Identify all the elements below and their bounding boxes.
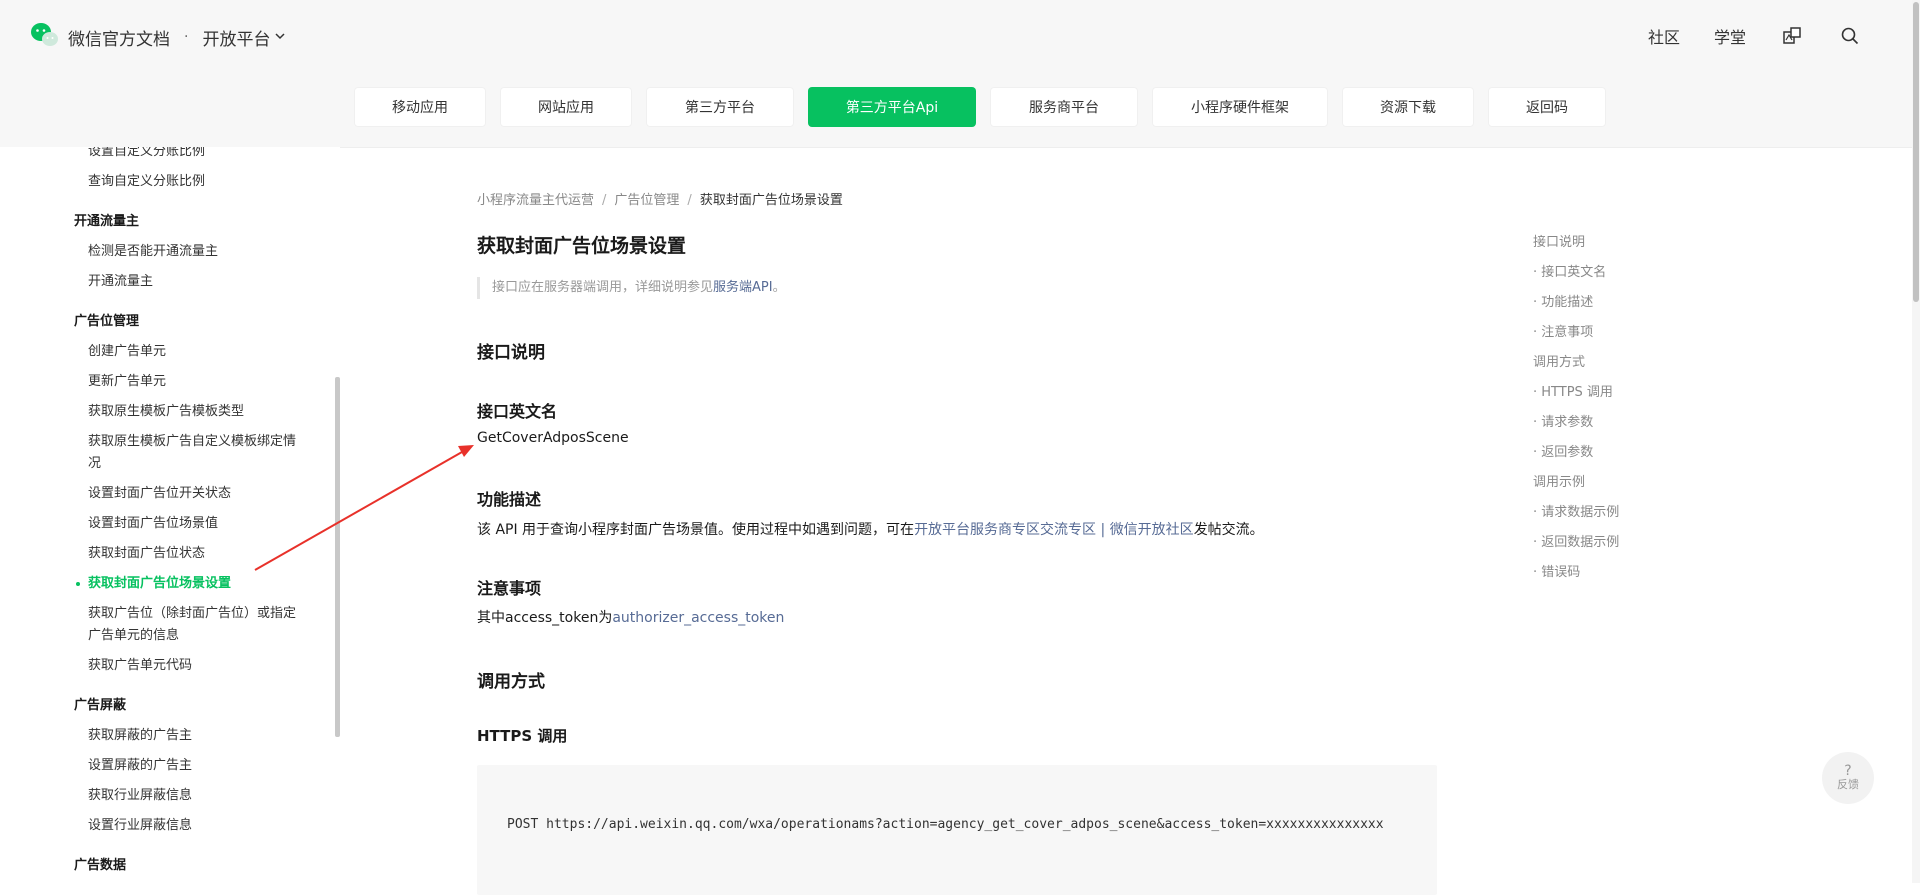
page-scrollbar[interactable] (1912, 0, 1920, 883)
server-api-link[interactable]: 服务端API (713, 280, 773, 295)
open-community-link[interactable]: 微信开放社区 (1110, 522, 1194, 538)
sidebar-item[interactable]: 获取广告位（除封面广告位）或指定广告单元的信息 (0, 599, 330, 651)
toc-subitem[interactable]: · 错误码 (1533, 558, 1733, 588)
breadcrumb-item[interactable]: 小程序流量主代运营 (477, 193, 594, 208)
brand[interactable]: 微信官方文档 · 开放平台 (30, 22, 286, 52)
sidebar-group-heading[interactable]: 开通流量主 (0, 207, 330, 237)
question-icon: ? (1844, 763, 1852, 779)
tab-website-app[interactable]: 网站应用 (500, 87, 632, 127)
header-actions: 社区 学堂 (1648, 24, 1862, 48)
breadcrumb-separator: / (602, 193, 607, 208)
toc-subitem[interactable]: · 注意事项 (1533, 318, 1733, 348)
tab-hardware-framework[interactable]: 小程序硬件框架 (1152, 87, 1328, 127)
breadcrumb: 小程序流量主代运营 / 广告位管理 / 获取封面广告位场景设置 (477, 189, 843, 208)
sidebar-item[interactable]: 开通流量主 (0, 267, 330, 297)
sidebar-item[interactable]: 设置自定义分账比例 (0, 147, 330, 167)
function-suffix: 发帖交流。 (1193, 522, 1264, 538)
subheading-https: HTTPS 调用 (477, 727, 568, 745)
table-of-contents: 接口说明 · 接口英文名 · 功能描述 · 注意事项 调用方式 · HTTPS 调用 · 请… (1533, 228, 1733, 588)
api-name: GetCoverAdposScene (477, 430, 629, 446)
translate-icon[interactable] (1780, 24, 1804, 48)
platform-label: 开放平台 (202, 29, 271, 50)
service-forum-link[interactable]: 开放平台服务商专区交流专区 (914, 522, 1096, 538)
sidebar: 设置自定义分账比例 查询自定义分账比例 开通流量主 检测是否能开通流量主 开通流量主广告… (0, 147, 340, 883)
platform-tabs: 移动应用 网站应用 第三方平台 第三方平台Api 服务商平台 小程序硬件框架 资… (354, 87, 1606, 127)
sidebar-item[interactable]: 设置封面广告位开关状态 (0, 479, 330, 509)
community-link[interactable]: 社区 (1648, 24, 1680, 48)
brand-separator: · (184, 29, 189, 45)
toc-subitem[interactable]: · 功能描述 (1533, 288, 1733, 318)
sidebar-item[interactable]: 获取广告单元代码 (0, 651, 330, 681)
chevron-down-icon (274, 27, 286, 47)
subheading-notes: 注意事项 (477, 579, 542, 598)
function-text: 该 API 用于查询小程序封面广告场景值。使用过程中如遇到问题，可在 (477, 522, 915, 538)
toc-subitem[interactable]: · 请求参数 (1533, 408, 1733, 438)
toc-item[interactable]: 调用示例 (1533, 468, 1733, 498)
server-api-tip: 接口应在服务器端调用，详细说明参见服务端API。 (477, 277, 786, 299)
tab-resource-download[interactable]: 资源下载 (1342, 87, 1474, 127)
tab-service-provider[interactable]: 服务商平台 (990, 87, 1138, 127)
feedback-label: 反馈 (1837, 778, 1859, 791)
toc-subitem[interactable]: · 请求数据示例 (1533, 498, 1733, 528)
breadcrumb-item[interactable]: 广告位管理 (614, 193, 679, 208)
subheading-api-name: 接口英文名 (477, 402, 558, 421)
link-separator: | (1096, 522, 1110, 538)
sidebar-item[interactable]: 创建广告单元 (0, 337, 330, 367)
sidebar-item[interactable]: 更新广告单元 (0, 367, 330, 397)
platform-dropdown[interactable]: 开放平台 (202, 25, 286, 50)
top-header: 微信官方文档 · 开放平台 社区 学堂 移动应用 网站应用 第三方平台 第三方平… (0, 0, 1920, 148)
sidebar-item[interactable]: 获取封面广告位状态 (0, 539, 330, 569)
sidebar-group-heading[interactable]: 广告数据 (0, 851, 330, 881)
toc-subitem[interactable]: · HTTPS 调用 (1533, 378, 1733, 408)
sidebar-list: 设置自定义分账比例 查询自定义分账比例 开通流量主 检测是否能开通流量主 开通流量主广告… (0, 147, 330, 883)
request-url-code[interactable]: POST https://api.weixin.qq.com/wxa/opera… (507, 817, 1384, 832)
sidebar-item[interactable]: 获取原生模板广告自定义模板绑定情况 (0, 427, 330, 479)
notes-text: 其中access_token为authorizer_access_token (477, 607, 784, 627)
breadcrumb-separator: / (687, 193, 692, 208)
section-heading-call: 调用方式 (477, 672, 545, 692)
sidebar-item[interactable]: 查询自定义分账比例 (0, 167, 330, 197)
page-title: 获取封面广告位场景设置 (477, 235, 687, 257)
sidebar-group-heading[interactable]: 广告位管理 (0, 307, 330, 337)
sidebar-item[interactable]: 设置屏蔽的广告主 (0, 751, 330, 781)
subheading-function: 功能描述 (477, 490, 542, 509)
section-heading-desc: 接口说明 (477, 343, 545, 363)
sidebar-item[interactable]: 设置封面广告位场景值 (0, 509, 330, 539)
feedback-button[interactable]: ? 反馈 (1822, 752, 1874, 804)
sidebar-item[interactable]: 获取行业屏蔽信息 (0, 781, 330, 811)
toc-item[interactable]: 接口说明 (1533, 228, 1733, 258)
toc-subitem[interactable]: · 返回数据示例 (1533, 528, 1733, 558)
sidebar-group-heading[interactable]: 广告屏蔽 (0, 691, 330, 721)
authorizer-token-link[interactable]: authorizer_access_token (612, 610, 784, 626)
sidebar-item[interactable]: 检测是否能开通流量主 (0, 237, 330, 267)
tab-third-party[interactable]: 第三方平台 (646, 87, 794, 127)
page-scrollbar-thumb[interactable] (1913, 2, 1919, 302)
breadcrumb-current: 获取封面广告位场景设置 (699, 193, 843, 208)
tip-suffix: 。 (772, 280, 786, 295)
toc-item[interactable]: 调用方式 (1533, 348, 1733, 378)
wechat-logo-icon (30, 22, 60, 52)
search-icon[interactable] (1838, 24, 1862, 48)
tab-mobile-app[interactable]: 移动应用 (354, 87, 486, 127)
sidebar-item[interactable]: 获取原生模板广告模板类型 (0, 397, 330, 427)
sidebar-scrollbar[interactable] (335, 377, 340, 737)
toc-subitem[interactable]: · 接口英文名 (1533, 258, 1733, 288)
tab-third-party-api[interactable]: 第三方平台Api (808, 87, 976, 127)
function-description: 该 API 用于查询小程序封面广告场景值。使用过程中如遇到问题，可在开放平台服务… (477, 519, 1264, 539)
code-block: POST https://api.weixin.qq.com/wxa/opera… (477, 765, 1437, 895)
notes-prefix: 其中access_token为 (477, 610, 613, 626)
sidebar-item-active[interactable]: 获取封面广告位场景设置 (0, 569, 330, 599)
toc-subitem[interactable]: · 返回参数 (1533, 438, 1733, 468)
academy-link[interactable]: 学堂 (1714, 24, 1746, 48)
sidebar-item[interactable]: 获取屏蔽的广告主 (0, 721, 330, 751)
sidebar-item[interactable]: 设置行业屏蔽信息 (0, 811, 330, 841)
tip-text: 接口应在服务器端调用，详细说明参见 (492, 280, 714, 295)
brand-title: 微信官方文档 (68, 29, 170, 50)
tab-return-code[interactable]: 返回码 (1488, 87, 1606, 127)
